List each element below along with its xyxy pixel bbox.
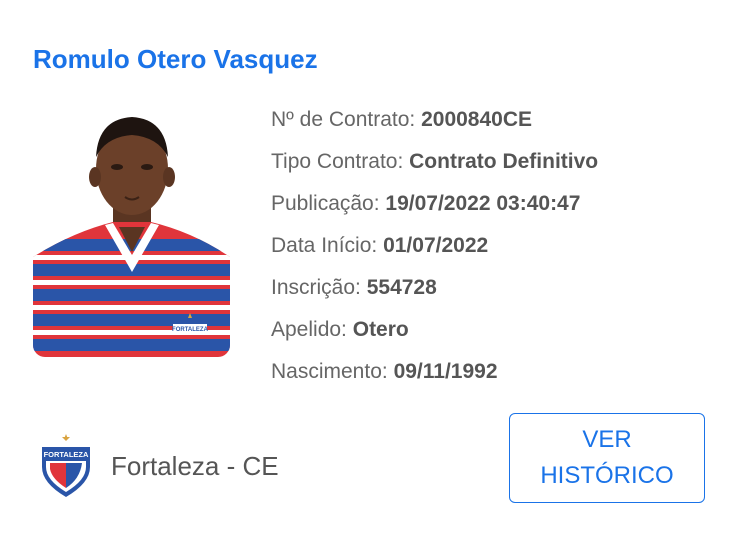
- detail-nickname: Apelido: Otero: [271, 318, 409, 341]
- club-name: Fortaleza - CE: [111, 450, 279, 481]
- player-photo-illustration: FORTALEZA: [33, 107, 230, 357]
- detail-start-date: Data Início: 01/07/2022: [271, 234, 489, 257]
- detail-contract-type: Tipo Contrato: Contrato Definitivo: [271, 150, 599, 173]
- player-name: Romulo Otero Vasquez: [33, 44, 318, 74]
- player-photo: FORTALEZA: [33, 107, 230, 357]
- detail-birth-date: Nascimento: 09/11/1992: [271, 360, 498, 383]
- detail-contract-number: Nº de Contrato: 2000840CE: [271, 108, 533, 131]
- detail-registration: Inscrição: 554728: [271, 276, 437, 299]
- fortaleza-crest-icon: FORTALEZA: [42, 434, 90, 497]
- view-history-button[interactable]: VER HISTÓRICO: [509, 413, 705, 503]
- detail-publication: Publicação: 19/07/2022 03:40:47: [271, 192, 581, 215]
- svg-text:FORTALEZA: FORTALEZA: [44, 450, 89, 459]
- svg-text:FORTALEZA: FORTALEZA: [172, 327, 209, 333]
- contract-details: Nº de Contrato: 2000840CE Tipo Contrato:…: [271, 104, 598, 398]
- club-info: FORTALEZA Fortaleza - CE: [40, 433, 279, 499]
- player-card: Romulo Otero Vasquez FORTALEZA Nº de Con…: [0, 0, 735, 542]
